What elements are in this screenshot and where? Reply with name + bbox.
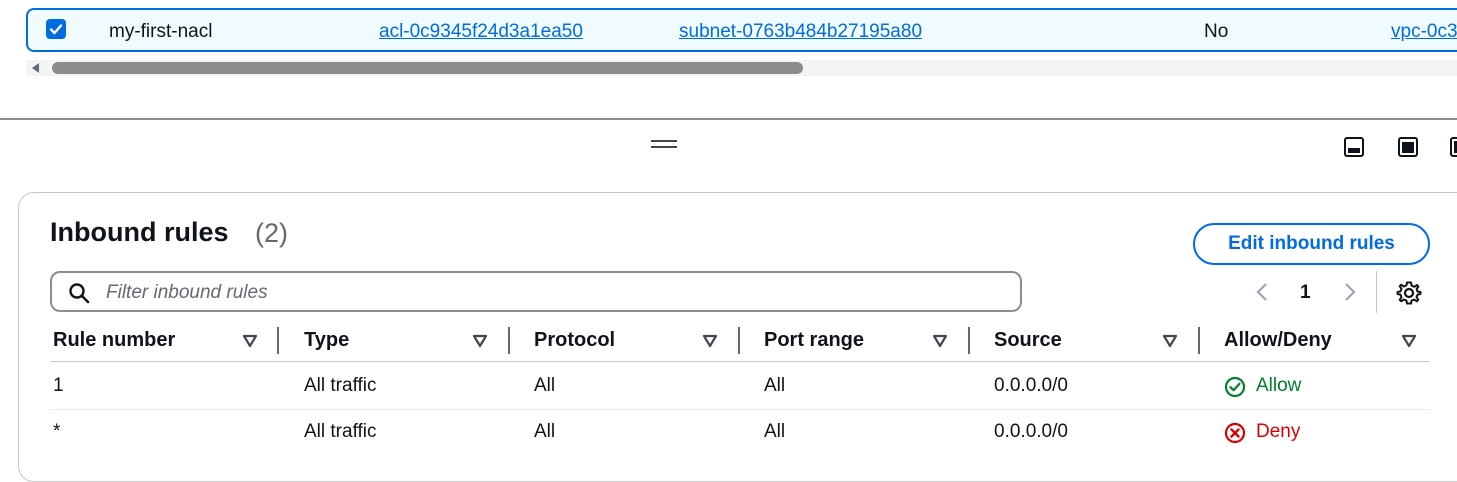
column-resizer[interactable] <box>738 327 740 354</box>
nacl-name: my-first-nacl <box>109 21 213 42</box>
cell-type: All traffic <box>304 421 377 442</box>
table-header-divider <box>50 361 1430 362</box>
sort-down-icon[interactable] <box>472 334 488 348</box>
filter-box[interactable] <box>50 271 1022 312</box>
sort-down-icon[interactable] <box>242 334 258 348</box>
column-header-protocol[interactable]: Protocol <box>534 329 615 352</box>
status-allow: Allow <box>1224 375 1344 399</box>
column-header-type[interactable]: Type <box>304 329 349 352</box>
column-resizer[interactable] <box>277 327 279 354</box>
edit-inbound-rules-button[interactable]: Edit inbound rules <box>1193 223 1430 265</box>
section-title: Inbound rules <box>50 217 229 247</box>
search-icon <box>69 283 90 304</box>
cell-protocol: All <box>534 421 556 442</box>
sort-down-icon[interactable] <box>1162 334 1178 348</box>
nacl-id-link[interactable]: acl-0c9345f24d3a1ea50 <box>379 21 583 43</box>
vpc-id-link[interactable]: vpc-0c3 <box>1391 21 1457 43</box>
column-header-allow-deny[interactable]: Allow/Deny <box>1224 329 1332 352</box>
filter-input[interactable] <box>104 279 988 307</box>
column-header-rule-number[interactable]: Rule number <box>53 329 175 352</box>
subnet-id-link[interactable]: subnet-0763b484b27195a80 <box>679 21 922 43</box>
row-divider <box>50 409 1430 410</box>
check-circle-icon <box>1224 376 1246 398</box>
sort-down-icon[interactable] <box>1401 334 1417 348</box>
sort-down-icon[interactable] <box>702 334 718 348</box>
cell-rule-number: * <box>53 421 61 442</box>
panel-bottom-icon[interactable] <box>1343 136 1365 158</box>
cell-port-range: All <box>764 421 786 442</box>
horizontal-scrollbar[interactable] <box>26 60 1457 76</box>
page-number[interactable]: 1 <box>1300 282 1311 304</box>
scrollbar-thumb[interactable] <box>52 62 803 74</box>
cell-protocol: All <box>534 375 556 396</box>
column-resizer[interactable] <box>968 327 970 354</box>
scroll-left-arrow-icon[interactable] <box>32 63 39 73</box>
drag-handle-icon[interactable] <box>651 140 677 150</box>
column-header-port-range[interactable]: Port range <box>764 329 864 352</box>
pager-divider <box>1376 271 1377 313</box>
cell-source: 0.0.0.0/0 <box>994 421 1068 442</box>
sort-down-icon[interactable] <box>932 334 948 348</box>
column-header-source[interactable]: Source <box>994 329 1062 352</box>
status-text: Allow <box>1256 375 1302 396</box>
gear-icon[interactable] <box>1396 280 1422 306</box>
x-circle-icon <box>1224 422 1246 444</box>
selected-nacl-row[interactable]: my-first-nacl acl-0c9345f24d3a1ea50 subn… <box>26 8 1457 52</box>
status-text: Deny <box>1256 421 1301 442</box>
cell-source: 0.0.0.0/0 <box>994 375 1068 396</box>
rules-count: (2) <box>255 218 288 248</box>
panel-full-icon[interactable] <box>1397 136 1419 158</box>
row-checkbox[interactable] <box>46 19 66 39</box>
panel-side-icon[interactable] <box>1449 136 1457 158</box>
split-panel-divider <box>0 118 1457 120</box>
column-resizer[interactable] <box>508 327 510 354</box>
cell-port-range: All <box>764 375 786 396</box>
default-value: No <box>1204 21 1229 42</box>
check-icon <box>49 24 63 35</box>
status-deny: Deny <box>1224 421 1344 445</box>
chevron-left-icon[interactable] <box>1252 281 1274 303</box>
cell-type: All traffic <box>304 375 377 396</box>
cell-rule-number: 1 <box>53 375 64 396</box>
chevron-right-icon[interactable] <box>1338 281 1360 303</box>
column-resizer[interactable] <box>1198 327 1200 354</box>
